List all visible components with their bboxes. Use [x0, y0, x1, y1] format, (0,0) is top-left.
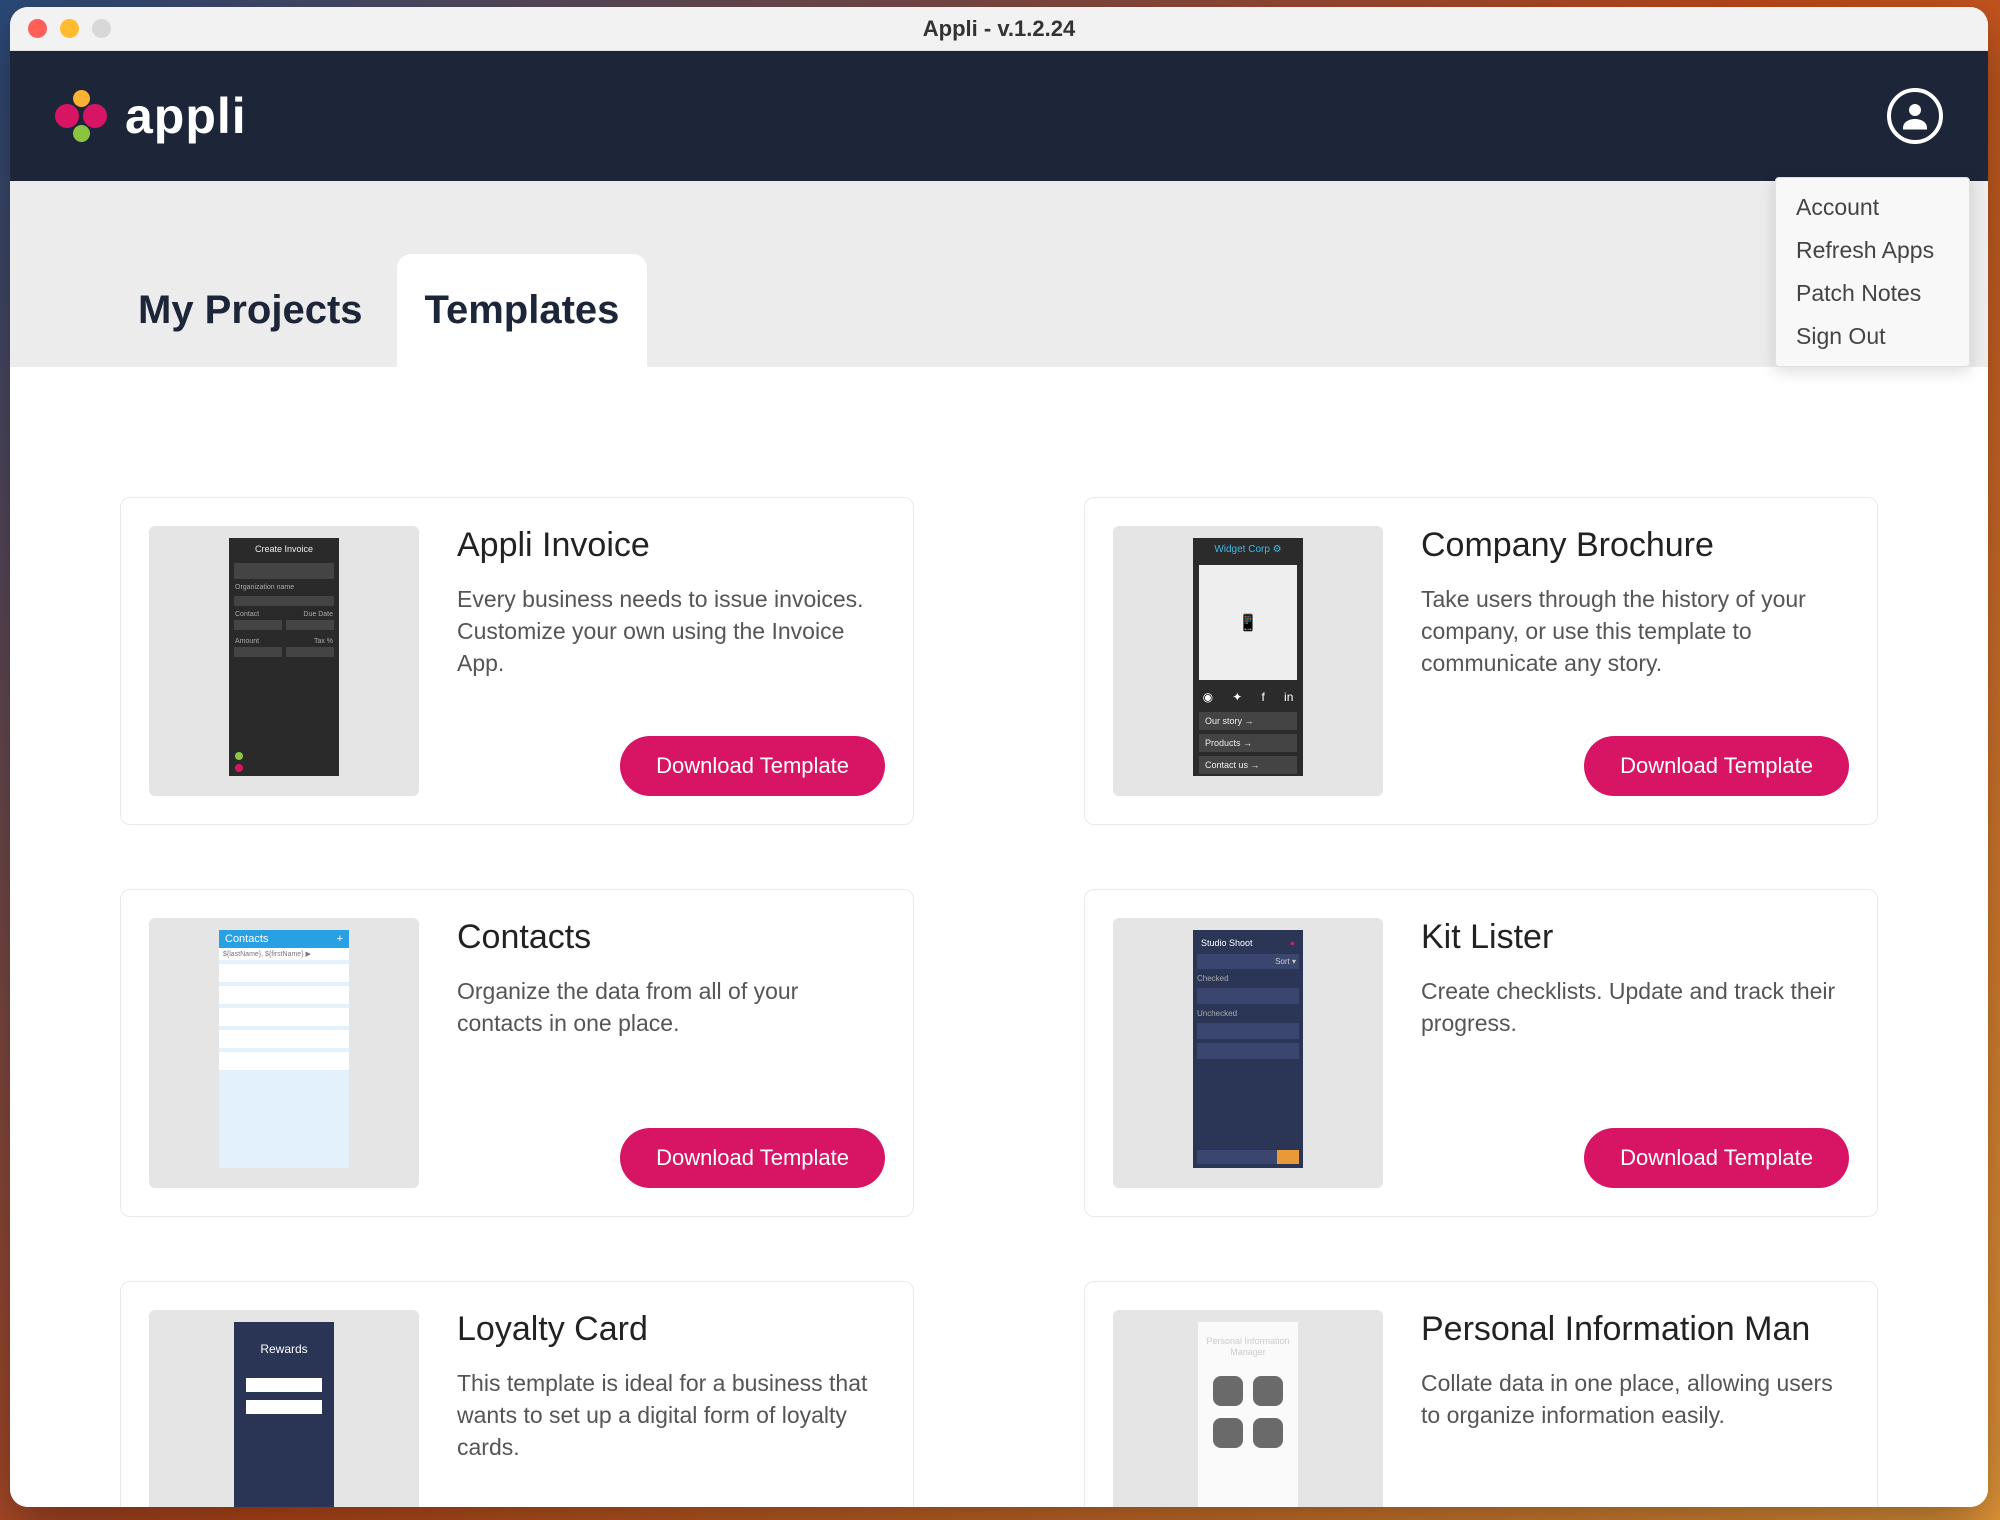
template-title: Loyalty Card: [457, 1310, 885, 1349]
template-card: Studio Shoot● Sort ▾ Checked Unchecked K…: [1084, 889, 1878, 1217]
thumb-subtitle: ${lastName}, ${firstName}: [223, 951, 304, 958]
menu-item-patch-notes[interactable]: Patch Notes: [1776, 272, 1969, 315]
thumb-title: Rewards: [260, 1342, 307, 1356]
template-title: Personal Information Man: [1421, 1310, 1849, 1349]
thumb-section: Unchecked: [1197, 1006, 1299, 1021]
user-icon: [1897, 98, 1933, 134]
thumb-title: Widget Corp: [1214, 544, 1270, 555]
user-dropdown-menu: Account Refresh Apps Patch Notes Sign Ou…: [1775, 177, 1970, 367]
thumb-title: Personal Information Manager: [1206, 1336, 1290, 1358]
template-thumbnail: Widget Corp ⚙ 📱 ◉✦fin Our story → Produc…: [1113, 526, 1383, 796]
minimize-window-button[interactable]: [60, 19, 79, 38]
maximize-window-button[interactable]: [92, 19, 111, 38]
template-title: Appli Invoice: [457, 526, 885, 565]
brand-name: appli: [125, 87, 247, 145]
template-description: This template is ideal for a business th…: [457, 1367, 885, 1464]
window-title: Appli - v.1.2.24: [923, 16, 1075, 42]
thumb-link: Products →: [1205, 738, 1252, 748]
close-window-button[interactable]: [28, 19, 47, 38]
traffic-lights: [28, 19, 111, 38]
template-card: Rewards Loyalty Card This template is id…: [120, 1281, 914, 1507]
brand-logo: appli: [55, 87, 247, 145]
download-template-button[interactable]: Download Template: [1584, 1128, 1849, 1188]
template-card: Create Invoice Organization name Contact…: [120, 497, 914, 825]
template-description: Organize the data from all of your conta…: [457, 975, 885, 1039]
template-description: Take users through the history of your c…: [1421, 583, 1849, 680]
template-title: Kit Lister: [1421, 918, 1849, 957]
template-title: Contacts: [457, 918, 885, 957]
template-thumbnail: Contacts+ ${lastName}, ${firstName} ▶: [149, 918, 419, 1188]
template-thumbnail: Personal Information Manager: [1113, 1310, 1383, 1507]
template-description: Create checklists. Update and track thei…: [1421, 975, 1849, 1039]
template-card: Personal Information Manager Personal In…: [1084, 1281, 1878, 1507]
thumb-title: Contacts: [225, 933, 268, 945]
menu-item-account[interactable]: Account: [1776, 186, 1969, 229]
thumb-title: Create Invoice: [229, 538, 339, 560]
download-template-button[interactable]: Download Template: [1584, 736, 1849, 796]
download-template-button[interactable]: Download Template: [620, 1128, 885, 1188]
template-card: Contacts+ ${lastName}, ${firstName} ▶ Co…: [120, 889, 914, 1217]
tab-my-projects[interactable]: My Projects: [110, 254, 391, 367]
menu-item-sign-out[interactable]: Sign Out: [1776, 315, 1969, 358]
thumb-link: Contact us →: [1205, 760, 1260, 770]
menu-item-refresh-apps[interactable]: Refresh Apps: [1776, 229, 1969, 272]
template-thumbnail: Rewards: [149, 1310, 419, 1507]
template-thumbnail: Create Invoice Organization name Contact…: [149, 526, 419, 796]
app-window: Appli - v.1.2.24 appli Account Refresh A…: [10, 7, 1988, 1507]
template-description: Every business needs to issue invoices. …: [457, 583, 885, 680]
tab-templates[interactable]: Templates: [397, 254, 648, 367]
app-header: appli: [10, 51, 1988, 181]
thumb-link: Our story →: [1205, 716, 1254, 726]
template-grid: Create Invoice Organization name Contact…: [120, 497, 1878, 1507]
titlebar: Appli - v.1.2.24: [10, 7, 1988, 51]
template-thumbnail: Studio Shoot● Sort ▾ Checked Unchecked: [1113, 918, 1383, 1188]
user-menu-button[interactable]: [1887, 88, 1943, 144]
template-title: Company Brochure: [1421, 526, 1849, 565]
template-card: Widget Corp ⚙ 📱 ◉✦fin Our story → Produc…: [1084, 497, 1878, 825]
logo-mark-icon: [55, 90, 107, 142]
tab-row: My Projects Templates: [10, 181, 1988, 367]
download-template-button[interactable]: Download Template: [620, 736, 885, 796]
thumb-section: Checked: [1197, 971, 1299, 986]
template-description: Collate data in one place, allowing user…: [1421, 1367, 1849, 1431]
thumb-title: Studio Shoot: [1201, 938, 1253, 948]
templates-content[interactable]: Create Invoice Organization name Contact…: [10, 367, 1988, 1507]
